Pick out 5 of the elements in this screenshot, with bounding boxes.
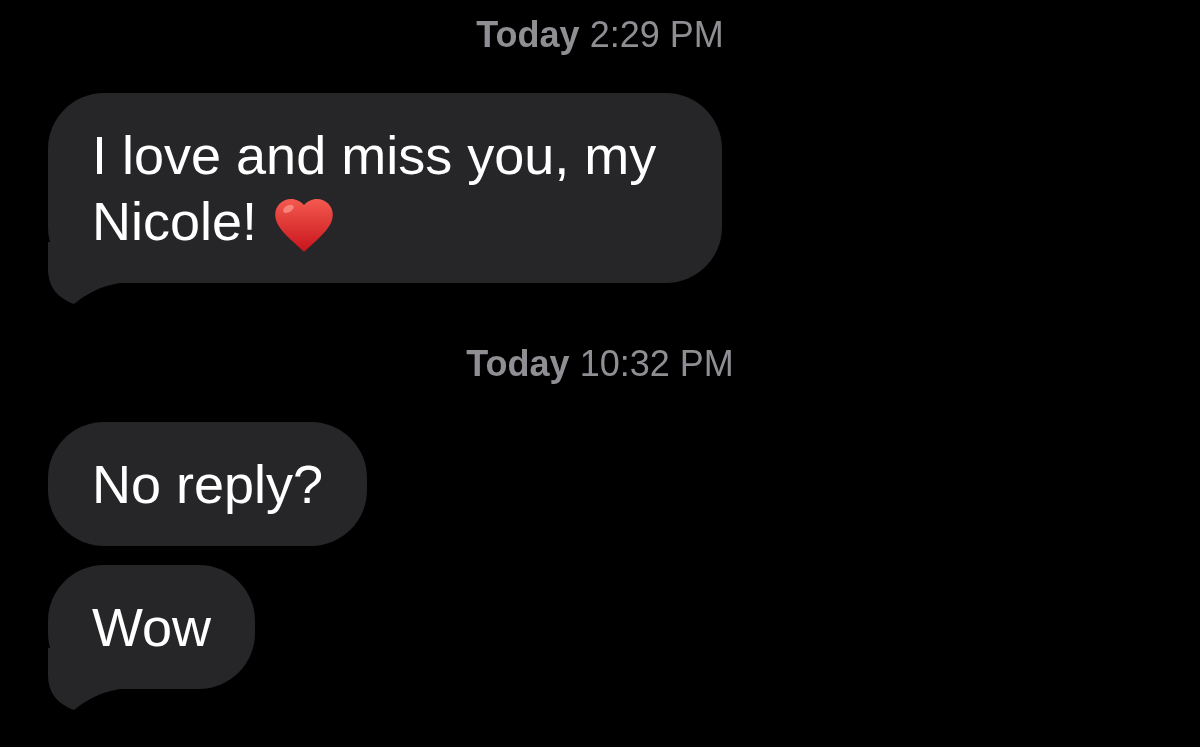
- timestamp: Today 10:32 PM: [466, 344, 734, 384]
- message-text: No reply?: [92, 454, 324, 514]
- message-text: Wow: [92, 597, 212, 657]
- timestamp: Today 2:29 PM: [476, 15, 724, 55]
- message-text: I love and miss you, my Nicole!: [92, 125, 657, 251]
